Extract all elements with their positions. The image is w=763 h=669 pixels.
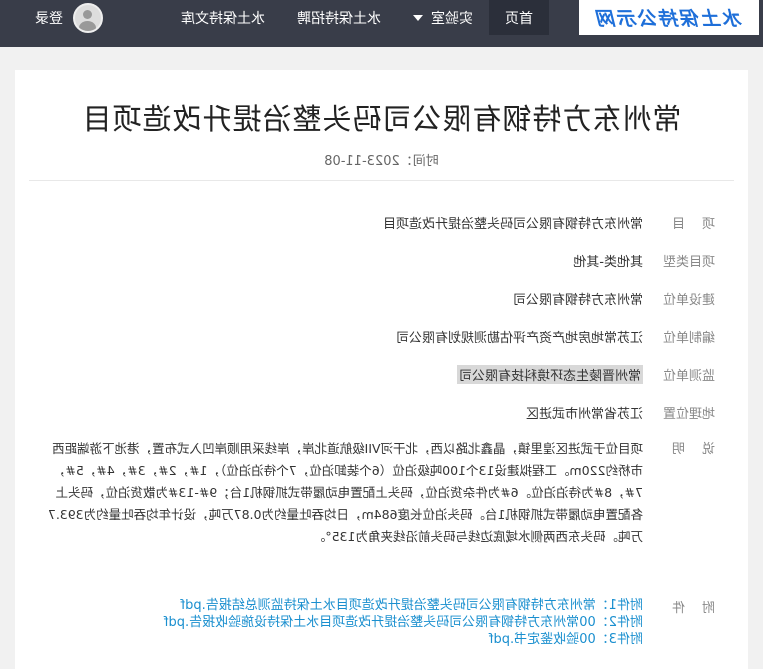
field-label: 地理位置 — [662, 407, 715, 422]
field-label: 项目类型 — [662, 255, 715, 270]
field-row-type: 项目类型 其他类-其他 — [45, 251, 715, 270]
field-row-monitor: 监测单位 常州晋陵生态环境科技有限公司 — [45, 365, 715, 384]
description-text: 项目位于武进区湟里镇，晶鑫北路以西，北干河VII级航道北岸，岸线采用顺岸凹入式布… — [47, 441, 643, 544]
publish-date: 时间：2023-11-08 — [324, 154, 439, 169]
field-label: 建设单位 — [662, 293, 715, 308]
article-card: 常州东方特钢有限公司码头整治提升改造项目 时间：2023-11-08 项 目 常… — [15, 70, 748, 669]
nav-lab-label: 实验室 — [431, 10, 473, 27]
attachment-link[interactable]: 附件3：00验收鉴定书.pdf — [164, 631, 643, 648]
field-label: 附 件 — [669, 601, 715, 616]
field-label: 项 目 — [669, 217, 715, 232]
field-value: 常州晋陵生态环境科技有限公司 — [456, 365, 643, 384]
login-link[interactable]: 登录 — [35, 8, 63, 28]
login-area[interactable]: 登录 — [35, 0, 103, 35]
field-row-compiler: 编制单位 江苏常地房地产资产评估勘测规划有限公司 — [45, 327, 715, 346]
attachment-link[interactable]: 附件1：常州东方特钢有限公司码头整治提升改造项目水土保持监测总结报告.pdf — [164, 597, 644, 614]
nav-home[interactable]: 首页 — [489, 0, 549, 35]
nav-library[interactable]: 水土保持文库 — [165, 0, 281, 35]
attachment-list: 附件1：常州东方特钢有限公司码头整治提升改造项目水土保持监测总结报告.pdf 附… — [164, 597, 643, 648]
field-row-attachments: 附 件 附件1：常州东方特钢有限公司码头整治提升改造项目水土保持监测总结报告.p… — [45, 597, 715, 648]
field-value: 江苏省常州市武进区 — [525, 407, 643, 422]
field-value: 江苏常地房地产资产评估勘测规划有限公司 — [395, 331, 643, 346]
field-value: 其他类-其他 — [573, 255, 643, 270]
field-label: 说 明 — [669, 442, 715, 457]
field-value: 常州东方特钢有限公司码头整治提升改造项目 — [382, 217, 643, 232]
nav-recruit[interactable]: 水土保持招聘 — [281, 0, 397, 35]
attachment-link[interactable]: 附件2：00常州东方特钢有限公司码头整治提升改造项目水土保持设施验收报告.pdf — [164, 614, 643, 631]
avatar-icon[interactable] — [73, 2, 103, 33]
field-label: 监测单位 — [662, 369, 715, 384]
field-row-project: 项 目 常州东方特钢有限公司码头整治提升改造项目 — [45, 213, 715, 232]
site-logo[interactable]: 水土保持公示网 — [579, 0, 759, 35]
page: 水土保持公示网 首页 实验室 水土保持招聘 水土保持文库 登录 常州东方特钢有限… — [0, 0, 763, 669]
field-row-builder: 建设单位 常州东方特钢有限公司 — [45, 289, 715, 308]
main-nav: 首页 实验室 水土保持招聘 水土保持文库 — [165, 0, 549, 35]
field-label: 编制单位 — [662, 331, 715, 346]
field-row-description: 说 明 项目位于武进区湟里镇，晶鑫北路以西，北干河VII级航道北岸，岸线采用顺岸… — [45, 438, 715, 548]
nav-lab[interactable]: 实验室 — [397, 0, 489, 35]
top-navigation-bar: 水土保持公示网 首页 实验室 水土保持招聘 水土保持文库 登录 — [0, 0, 763, 47]
page-title: 常州东方特钢有限公司码头整治提升改造项目 — [81, 102, 682, 136]
field-row-location: 地理位置 江苏省常州市武进区 — [45, 403, 715, 422]
divider — [29, 180, 734, 181]
chevron-down-icon — [413, 14, 423, 21]
field-value: 常州东方特钢有限公司 — [512, 293, 643, 308]
